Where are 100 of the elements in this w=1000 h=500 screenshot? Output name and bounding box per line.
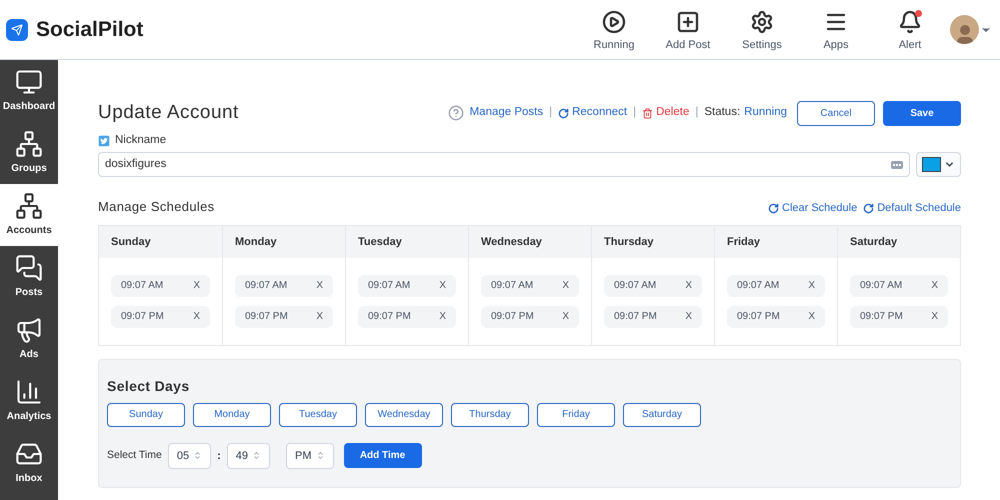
column-header: Friday [727, 234, 760, 250]
chat-icon [15, 254, 43, 282]
time-text: 09:07 PM [368, 310, 411, 324]
settings-icon [750, 10, 774, 34]
megaphone-icon [15, 316, 43, 344]
hour-select[interactable]: 05 [168, 442, 212, 469]
column-header: Saturday [850, 234, 898, 250]
refresh-icon [558, 108, 570, 118]
manage-posts-link[interactable]: Manage Posts [470, 104, 544, 122]
separator: | [549, 105, 552, 120]
sidebar-item[interactable]: Groups [0, 122, 58, 184]
cancel-button[interactable]: Cancel [797, 100, 875, 126]
day-button[interactable]: Tuesday [279, 402, 357, 427]
reconnect-link[interactable]: Reconnect [558, 104, 628, 122]
monitor-icon [15, 68, 43, 96]
nav-item[interactable]: Running [588, 10, 640, 54]
day-button[interactable]: Sunday [107, 402, 185, 427]
time-text: 09:07 PM [245, 310, 288, 324]
time-text: 09:07 PM [737, 310, 780, 324]
nav-item[interactable]: Apps [810, 10, 862, 54]
remove-button[interactable]: X [931, 309, 938, 324]
nav-item[interactable]: Add Post [662, 10, 714, 54]
minute-select[interactable]: 49 [226, 442, 270, 469]
sidebar-item[interactable]: Ads [0, 308, 58, 370]
select-time-label: Select Time [107, 448, 162, 463]
status-label: Status: [704, 105, 740, 120]
trash-icon [642, 108, 654, 118]
remove-button[interactable]: X [193, 278, 200, 294]
separator: | [633, 105, 636, 120]
remove-button[interactable]: X [685, 278, 692, 294]
time-text: 09:07 PM [121, 310, 164, 324]
default-schedule-link[interactable]: Default Schedule [863, 200, 961, 217]
separator: | [695, 105, 698, 120]
refresh-icon [863, 203, 874, 214]
section-title: Manage Schedules [98, 198, 214, 216]
time-text: 09:07 AM [368, 279, 410, 294]
remove-button[interactable]: X [808, 278, 815, 294]
nickname-field[interactable]: dosixfigures [98, 152, 910, 178]
time-text: 09:07 AM [121, 279, 164, 294]
remove-button[interactable]: X [562, 278, 569, 294]
page-title: Update Account [98, 100, 239, 125]
time-text: 09:07 AM [860, 279, 902, 294]
color-picker[interactable] [916, 152, 961, 178]
add-time-button[interactable]: Add Time [344, 443, 422, 468]
help-icon[interactable] [448, 105, 464, 121]
column-header: Monday [235, 234, 277, 250]
period-select[interactable]: PM [286, 442, 334, 469]
refresh-icon [768, 203, 779, 214]
section-title: Select Days [107, 376, 190, 396]
delete-link[interactable]: Delete [642, 104, 690, 122]
avatar[interactable] [950, 15, 979, 44]
add-icon [676, 10, 700, 34]
remove-button[interactable]: X [439, 278, 446, 294]
time-text: 09:07 PM [491, 310, 534, 324]
bar-chart-icon [15, 378, 43, 406]
sidebar-item[interactable]: Inbox [0, 432, 58, 494]
time-text: 09:07 PM [614, 310, 657, 324]
remove-button[interactable]: X [808, 309, 815, 324]
time-text: 09:07 AM [245, 279, 288, 294]
nav-item[interactable]: Alert [884, 10, 936, 54]
day-button[interactable]: Wednesday [365, 402, 443, 427]
sidebar-item[interactable]: Analytics [0, 370, 58, 432]
twitter-icon [98, 134, 110, 147]
status-value: Running [744, 105, 787, 120]
time-separator: : [217, 448, 221, 464]
remove-button[interactable]: X [685, 309, 692, 324]
remove-button[interactable]: X [562, 309, 569, 324]
day-button[interactable]: Saturday [623, 402, 701, 427]
sidebar-item[interactable]: Accounts [0, 184, 58, 246]
time-text: 09:07 AM [614, 279, 656, 294]
remove-button[interactable]: X [193, 309, 200, 324]
network-icon [15, 192, 43, 220]
save-button[interactable]: Save [883, 100, 961, 126]
play-icon [602, 10, 626, 34]
remove-button[interactable]: X [931, 278, 938, 294]
column-header: Sunday [111, 234, 151, 250]
time-text: 09:07 PM [860, 310, 903, 324]
column-header: Wednesday [481, 234, 542, 250]
time-text: 09:07 AM [491, 279, 534, 294]
day-button[interactable]: Friday [537, 402, 615, 427]
day-button[interactable]: Monday [193, 402, 271, 427]
bell-icon [898, 10, 922, 34]
sidebar-item[interactable]: Posts [0, 246, 58, 308]
brand-name: SocialPilot [36, 16, 144, 43]
stepper-icon [316, 451, 325, 460]
sidebar-item[interactable]: Dashboard [0, 60, 58, 122]
time-text: 09:07 AM [737, 279, 780, 294]
logo-icon [6, 18, 28, 40]
column-header: Thursday [604, 234, 654, 250]
nav-item[interactable]: Settings [736, 10, 788, 54]
remove-button[interactable]: X [439, 309, 446, 324]
day-button[interactable]: Thursday [451, 402, 529, 427]
stepper-icon [193, 451, 202, 460]
nickname-label: Nickname [115, 133, 166, 148]
remove-button[interactable]: X [316, 309, 323, 324]
network-icon [15, 130, 43, 158]
remove-button[interactable]: X [316, 278, 323, 294]
clear-schedule-link[interactable]: Clear Schedule [768, 200, 858, 217]
column-header: Tuesday [358, 234, 402, 250]
stepper-icon [252, 451, 262, 460]
